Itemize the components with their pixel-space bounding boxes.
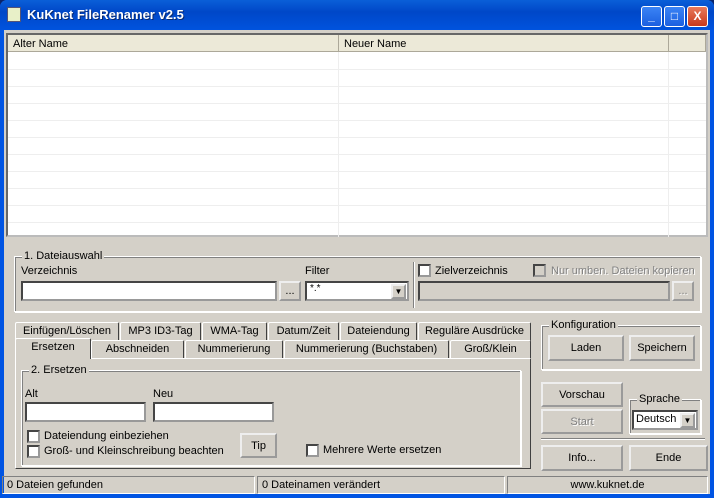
- tab-ersetzen[interactable]: Ersetzen: [15, 338, 91, 359]
- info-button[interactable]: Info...: [541, 445, 623, 471]
- vorschau-button[interactable]: Vorschau: [541, 382, 623, 407]
- gross-klein-checkbox[interactable]: [27, 445, 40, 458]
- chevron-down-icon[interactable]: ▼: [680, 413, 695, 428]
- alt-label: Alt: [25, 388, 38, 400]
- nur-umben-label: Nur umben. Dateien kopieren: [551, 265, 695, 277]
- ziel-browse-button: ...: [672, 281, 694, 301]
- dateiendung-checkbox[interactable]: [27, 430, 40, 443]
- title-bar[interactable]: KuKnet FileRenamer v2.5 _ □ X: [0, 0, 714, 30]
- client-area: Alter Name Neuer Name 1. Dateiauswahl Ve…: [2, 30, 710, 494]
- status-url[interactable]: www.kuknet.de: [507, 476, 708, 494]
- nur-umben-checkbox: [533, 264, 546, 277]
- mehrere-werte-checkbox[interactable]: [306, 444, 319, 457]
- close-button[interactable]: X: [687, 6, 708, 27]
- alt-input[interactable]: [25, 402, 146, 422]
- file-list[interactable]: Alter Name Neuer Name: [6, 33, 708, 237]
- sprache-value: Deutsch: [636, 413, 677, 425]
- separator: [413, 262, 415, 308]
- tab-mp3-id3[interactable]: MP3 ID3-Tag: [120, 322, 201, 341]
- status-names-changed: 0 Dateinamen verändert: [257, 476, 505, 494]
- verzeichnis-label: Verzeichnis: [21, 265, 78, 277]
- column-header-empty: [669, 35, 706, 52]
- filter-value: *.*: [310, 283, 321, 294]
- filter-select[interactable]: *.* ▼: [305, 281, 409, 301]
- tab-regulaere-ausdruecke[interactable]: Reguläre Ausdrücke: [418, 322, 531, 341]
- app-window: KuKnet FileRenamer v2.5 _ □ X Alter Name…: [0, 0, 714, 498]
- ersetzen-legend: 2. Ersetzen: [29, 364, 89, 376]
- separator: [541, 438, 705, 440]
- dateiauswahl-legend: 1. Dateiauswahl: [22, 250, 105, 262]
- sprache-select[interactable]: Deutsch ▼: [632, 410, 698, 430]
- tab-datum-zeit[interactable]: Datum/Zeit: [268, 322, 339, 341]
- chevron-down-icon[interactable]: ▼: [391, 284, 406, 299]
- tab-nummerierung-buchstaben[interactable]: Nummerierung (Buchstaben): [284, 340, 449, 359]
- tab-dateiendung[interactable]: Dateiendung: [340, 322, 417, 341]
- verzeichnis-input[interactable]: [21, 281, 277, 301]
- maximize-button[interactable]: □: [664, 6, 685, 27]
- mehrere-werte-label: Mehrere Werte ersetzen: [323, 444, 442, 456]
- konfiguration-legend: Konfiguration: [549, 319, 618, 331]
- gross-klein-label: Groß- und Kleinschreibung beachten: [44, 445, 224, 457]
- tab-gross-klein[interactable]: Groß/Klein: [450, 340, 531, 359]
- dateiendung-label: Dateiendung einbeziehen: [44, 430, 169, 442]
- zielverzeichnis-input: [418, 281, 670, 301]
- tab-nummerierung[interactable]: Nummerierung: [185, 340, 283, 359]
- filter-label: Filter: [305, 265, 330, 277]
- window-title: KuKnet FileRenamer v2.5: [27, 7, 184, 22]
- neu-input[interactable]: [153, 402, 274, 422]
- column-header-alter-name[interactable]: Alter Name: [8, 35, 339, 52]
- zielverzeichnis-checkbox[interactable]: [418, 264, 431, 277]
- column-header-neuer-name[interactable]: Neuer Name: [339, 35, 669, 52]
- neu-label: Neu: [153, 388, 174, 400]
- ende-button[interactable]: Ende: [629, 445, 708, 471]
- tab-wma[interactable]: WMA-Tag: [202, 322, 267, 341]
- laden-button[interactable]: Laden: [548, 335, 624, 361]
- status-files-found: 0 Dateien gefunden: [2, 476, 255, 494]
- tab-abschneiden[interactable]: Abschneiden: [91, 340, 184, 359]
- app-icon: [7, 7, 21, 22]
- start-button: Start: [541, 409, 623, 434]
- zielverzeichnis-label: Zielverzeichnis: [435, 265, 508, 277]
- sprache-legend: Sprache: [637, 393, 682, 405]
- tip-button[interactable]: Tip: [240, 433, 277, 458]
- minimize-button[interactable]: _: [641, 6, 662, 27]
- speichern-button[interactable]: Speichern: [629, 335, 695, 361]
- verzeichnis-browse-button[interactable]: ...: [279, 281, 301, 301]
